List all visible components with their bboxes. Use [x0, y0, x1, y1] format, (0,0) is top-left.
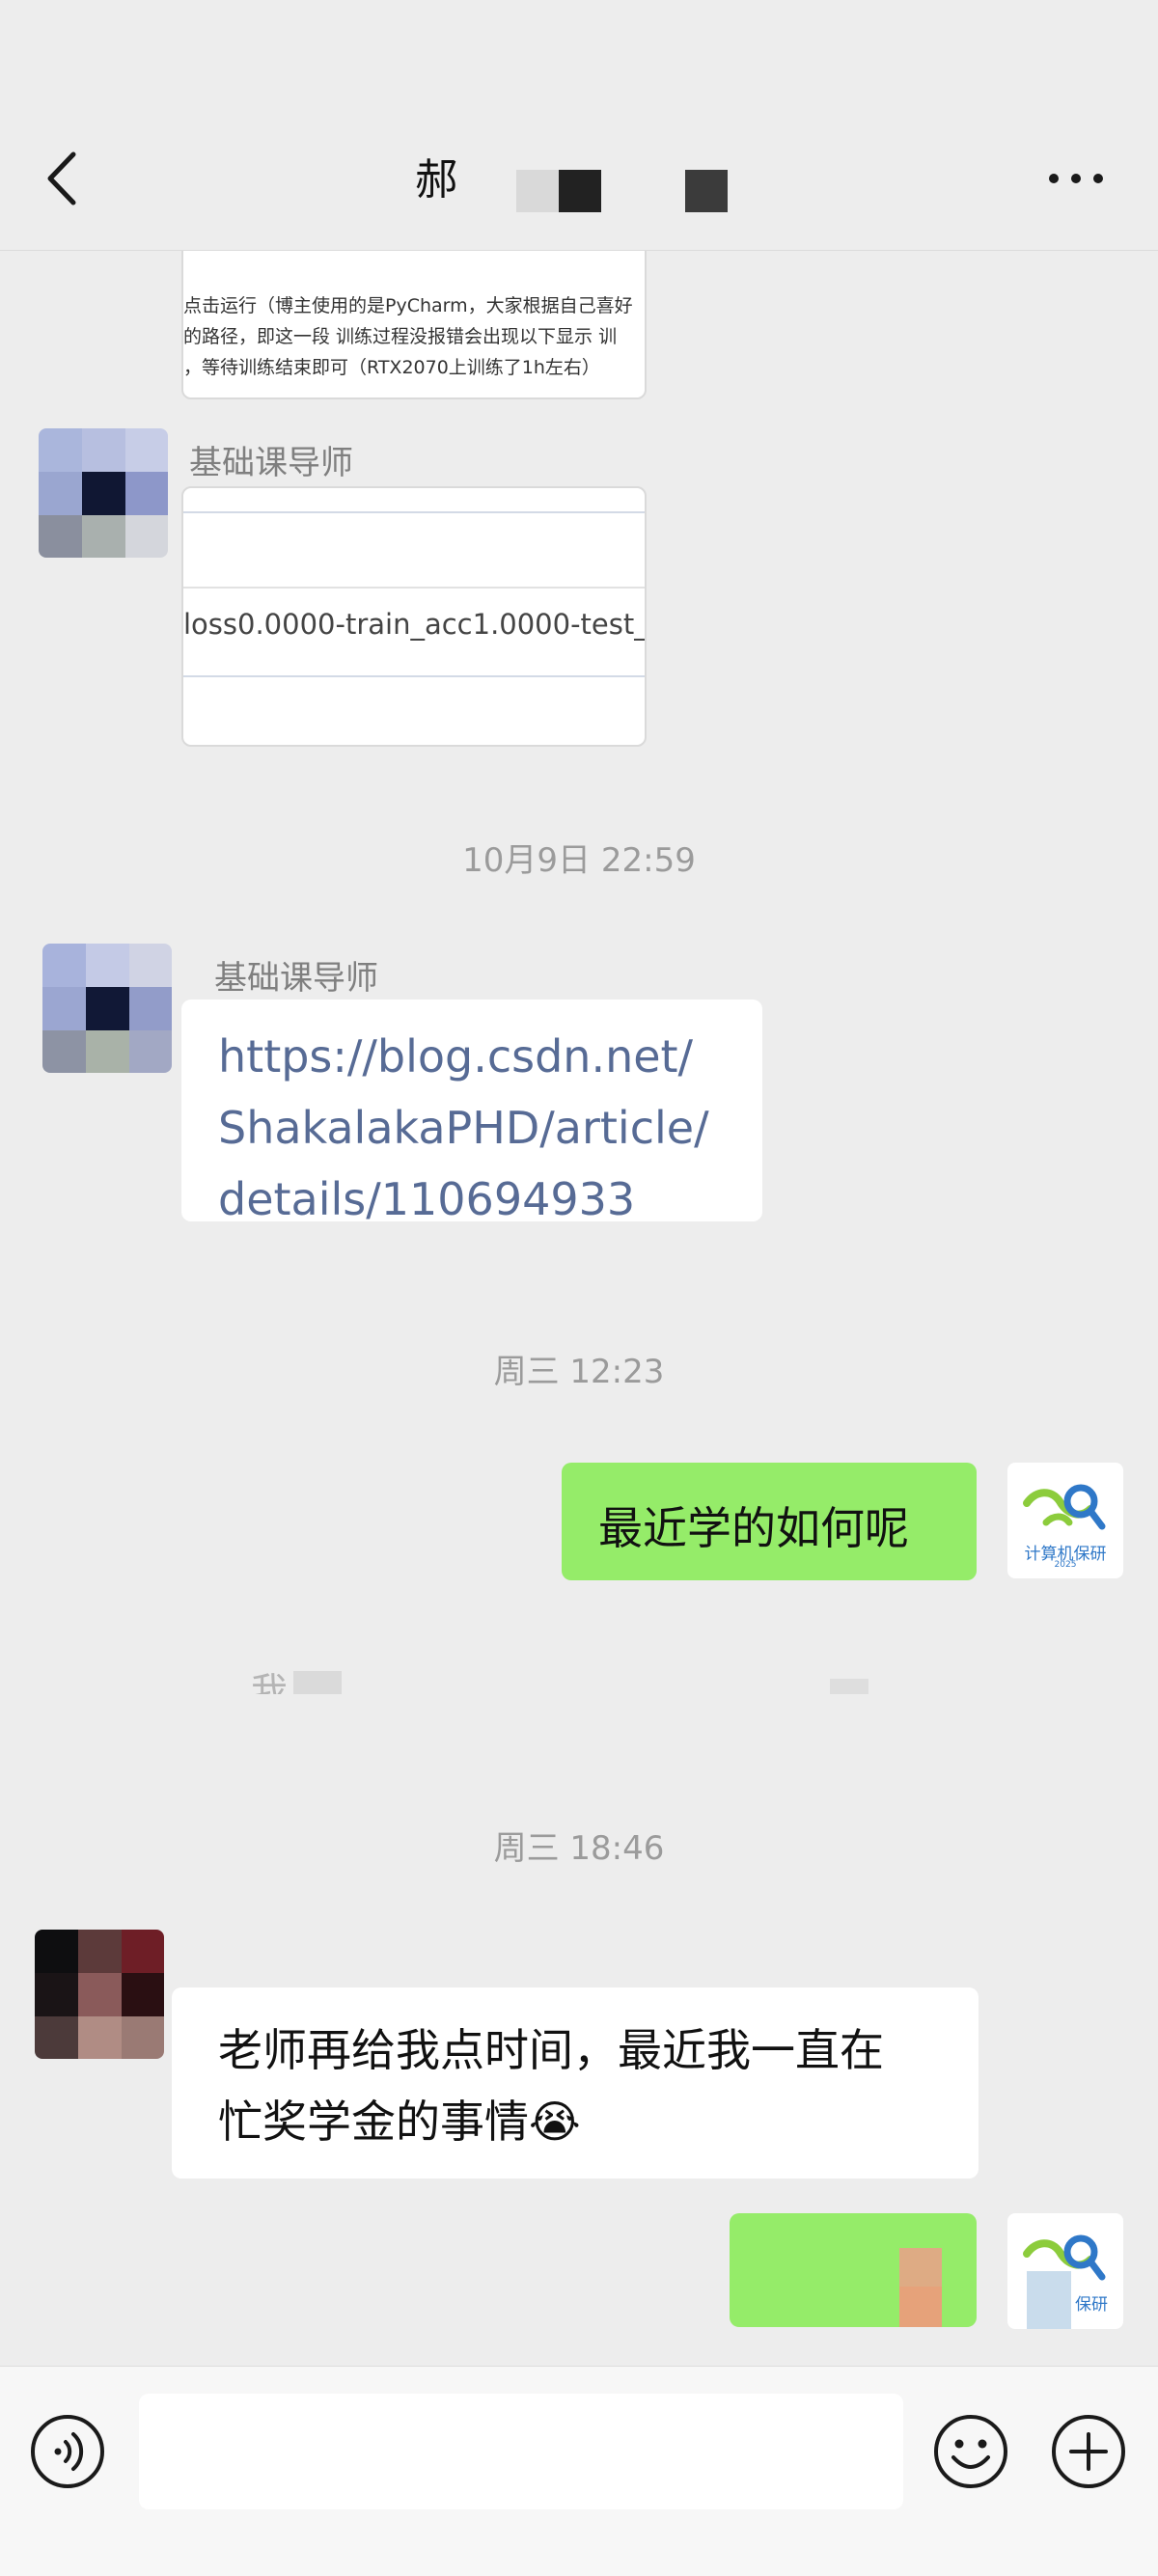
image-text-line: 点击运行（博主使用的是PyCharm，大家根据自己喜好 — [183, 295, 633, 316]
image-text-line: loss0.0000-train_acc1.0000-test_acc0 — [183, 608, 645, 641]
message-text: 最近学的如何呢 — [598, 1502, 909, 1554]
incoming-message-bubble[interactable]: 老师再给我点时间，最近我一直在 忙奖学金的事情😭 — [172, 1987, 979, 2179]
title-bar: 郝 — [0, 0, 1158, 251]
crying-emoji: 😭 — [529, 2096, 581, 2148]
redacted-block — [559, 170, 601, 212]
link-message-bubble[interactable]: https://blog.csdn.net/ ShakalakaPHD/arti… — [181, 1000, 762, 1225]
back-button[interactable] — [39, 145, 87, 212]
emoji-icon — [934, 2415, 1007, 2488]
obscured-message: 我 — [251, 1656, 917, 1694]
sender-name: 基础课导师 — [189, 444, 353, 482]
my-avatar[interactable]: 保研 — [1007, 2213, 1123, 2329]
contact-avatar[interactable] — [39, 428, 168, 558]
my-avatar[interactable]: 计算机保研 2025 — [1007, 1463, 1123, 1578]
timestamp: 周三 18:46 — [493, 1829, 665, 1868]
chat-title: 郝 — [415, 155, 457, 205]
redacted-block — [685, 170, 728, 212]
message-line: 老师再给我点时间，最近我一直在 — [218, 2024, 884, 2076]
image-text-line: 的路径，即这一段 训练过程没报错会出现以下显示 训 — [183, 326, 618, 347]
image-message[interactable]: 点击运行（博主使用的是PyCharm，大家根据自己喜好 的路径，即这一段 训练过… — [181, 251, 647, 399]
input-bar — [0, 2366, 1158, 2576]
voice-icon — [31, 2415, 104, 2488]
message-input[interactable] — [139, 2394, 903, 2509]
link-line: ShakalakaPHD/article/ — [218, 1102, 709, 1154]
sender-name: 基础课导师 — [214, 959, 378, 998]
message-line: 忙奖学金的事情😭 — [218, 2086, 884, 2157]
message-line-text: 忙奖学金的事情 — [218, 2096, 529, 2148]
outgoing-message-bubble[interactable] — [730, 2213, 977, 2327]
logo-year: 2025 — [1054, 1560, 1077, 1570]
timestamp: 周三 12:23 — [493, 1353, 665, 1391]
link-text[interactable]: https://blog.csdn.net/ ShakalakaPHD/arti… — [218, 1021, 709, 1235]
outgoing-message-bubble[interactable]: 最近学的如何呢 — [562, 1463, 977, 1580]
chevron-left-icon — [47, 151, 76, 206]
more-dots-icon — [1049, 174, 1103, 183]
obscured-text: 我 — [251, 1670, 289, 1694]
contact-avatar[interactable] — [35, 1930, 164, 2059]
more-button[interactable] — [1042, 159, 1110, 198]
message-list[interactable]: 点击运行（博主使用的是PyCharm，大家根据自己喜好 的路径，即这一段 训练过… — [0, 251, 1158, 2366]
timestamp: 10月9日 22:59 — [462, 841, 696, 880]
plus-button[interactable] — [1050, 2413, 1127, 2490]
image-text-line: ，等待训练结束即可（RTX2070上训练了1h左右） — [183, 357, 600, 378]
voice-button[interactable] — [29, 2413, 106, 2490]
link-line: https://blog.csdn.net/ — [218, 1030, 694, 1082]
redacted-block — [516, 170, 559, 212]
logo-label: 保研 — [1075, 2295, 1108, 2315]
contact-avatar[interactable] — [42, 944, 172, 1073]
image-message[interactable]: loss0.0000-train_acc1.0000-test_acc0 — [181, 486, 647, 747]
plus-icon — [1052, 2415, 1125, 2488]
link-line: details/110694933 — [218, 1173, 636, 1225]
emoji-button[interactable] — [932, 2413, 1009, 2490]
message-text: 老师再给我点时间，最近我一直在 忙奖学金的事情😭 — [218, 2014, 884, 2157]
